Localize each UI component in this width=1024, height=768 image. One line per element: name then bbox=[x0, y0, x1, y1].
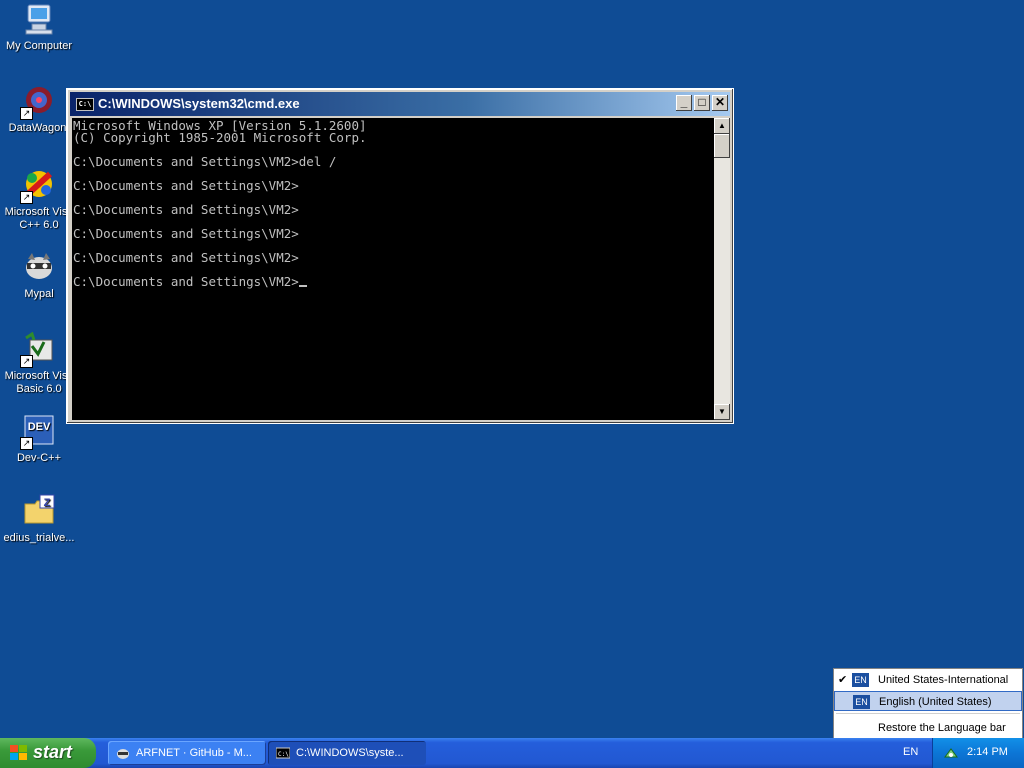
scroll-up-icon[interactable]: ▲ bbox=[714, 118, 730, 134]
cmd-window-icon[interactable]: C:\ bbox=[76, 98, 94, 111]
taskbar-button-cmd[interactable]: C:\ C:\WINDOWS\syste... bbox=[268, 741, 426, 765]
windows-logo-icon bbox=[10, 745, 28, 761]
console-output[interactable]: Microsoft Windows XP [Version 5.1.2600](… bbox=[72, 118, 714, 420]
window-title: C:\WINDOWS\system32\cmd.exe bbox=[98, 96, 300, 111]
language-menu: ✔ EN United States-International EN Engl… bbox=[833, 668, 1023, 739]
browser-icon bbox=[116, 746, 130, 760]
system-tray: 2:14 PM bbox=[932, 738, 1024, 768]
menu-separator bbox=[836, 713, 1020, 714]
shortcut-arrow-icon: ↗ bbox=[20, 191, 33, 204]
desktop-icon-edius[interactable]: Z edius_trialve... bbox=[0, 494, 78, 545]
console-line: C:\Documents and Settings\VM2> bbox=[73, 202, 299, 217]
svg-text:C:\: C:\ bbox=[278, 751, 289, 758]
language-menu-item-us-international[interactable]: ✔ EN United States-International bbox=[834, 670, 1022, 690]
mypal-icon bbox=[22, 250, 56, 284]
console-line: (C) Copyright 1985-2001 Microsoft Corp. bbox=[73, 130, 367, 145]
language-code-badge: EN bbox=[853, 695, 870, 709]
maximize-button[interactable]: □ bbox=[694, 95, 710, 111]
minimize-button[interactable]: _ bbox=[676, 95, 692, 111]
text-cursor bbox=[298, 285, 307, 287]
taskbar: start ARFNET · GitHub - M... C:\ C:\WIND… bbox=[0, 738, 1024, 768]
console-line: C:\Documents and Settings\VM2> bbox=[73, 250, 299, 265]
shortcut-arrow-icon: ↗ bbox=[20, 437, 33, 450]
cmd-titlebar[interactable]: C:\ C:\WINDOWS\system32\cmd.exe _ □ ✕ bbox=[70, 92, 730, 116]
desktop-icon-my-computer[interactable]: My Computer bbox=[0, 2, 78, 53]
cmd-icon: C:\ bbox=[275, 746, 291, 760]
language-menu-label: United States-International bbox=[878, 674, 1009, 686]
vertical-scrollbar[interactable]: ▲ ▼ bbox=[714, 118, 730, 420]
visual-basic-icon: ↗ bbox=[20, 331, 56, 368]
close-button[interactable]: ✕ bbox=[712, 95, 728, 111]
svg-text:DEV: DEV bbox=[28, 421, 51, 433]
shortcut-arrow-icon: ↗ bbox=[20, 107, 33, 120]
svg-text:Z: Z bbox=[44, 497, 51, 509]
start-button[interactable]: start bbox=[0, 738, 96, 768]
console-line: C:\Documents and Settings\VM2> bbox=[73, 275, 714, 288]
scroll-thumb[interactable] bbox=[714, 134, 730, 158]
network-icon[interactable] bbox=[943, 745, 959, 761]
my-computer-icon bbox=[22, 2, 56, 36]
restore-language-bar-label: Restore the Language bar bbox=[878, 722, 1006, 734]
console-line: C:\Documents and Settings\VM2> bbox=[73, 178, 299, 193]
checkmark-icon: ✔ bbox=[838, 674, 848, 686]
cmd-window[interactable]: C:\ C:\WINDOWS\system32\cmd.exe _ □ ✕ Mi… bbox=[66, 88, 734, 424]
shortcut-arrow-icon: ↗ bbox=[20, 355, 33, 368]
language-menu-label: English (United States) bbox=[879, 696, 992, 708]
datawagon-icon: ↗ bbox=[20, 84, 56, 120]
console-line: C:\Documents and Settings\VM2> bbox=[73, 226, 299, 241]
language-indicator[interactable]: EN bbox=[903, 746, 918, 758]
console-line: C:\Documents and Settings\VM2>del / bbox=[73, 154, 337, 169]
taskbar-button-browser[interactable]: ARFNET · GitHub - M... bbox=[108, 741, 266, 765]
restore-language-bar-item[interactable]: Restore the Language bar bbox=[834, 718, 1022, 738]
clock[interactable]: 2:14 PM bbox=[967, 746, 1008, 758]
zip-folder-icon: Z bbox=[22, 494, 56, 528]
visual-cpp-icon: ↗ bbox=[20, 168, 56, 204]
scroll-down-icon[interactable]: ▼ bbox=[714, 404, 730, 420]
devcpp-icon: DEV ↗ bbox=[20, 414, 56, 450]
language-code-badge: EN bbox=[852, 673, 869, 687]
language-menu-item-english-us[interactable]: EN English (United States) bbox=[834, 691, 1022, 711]
